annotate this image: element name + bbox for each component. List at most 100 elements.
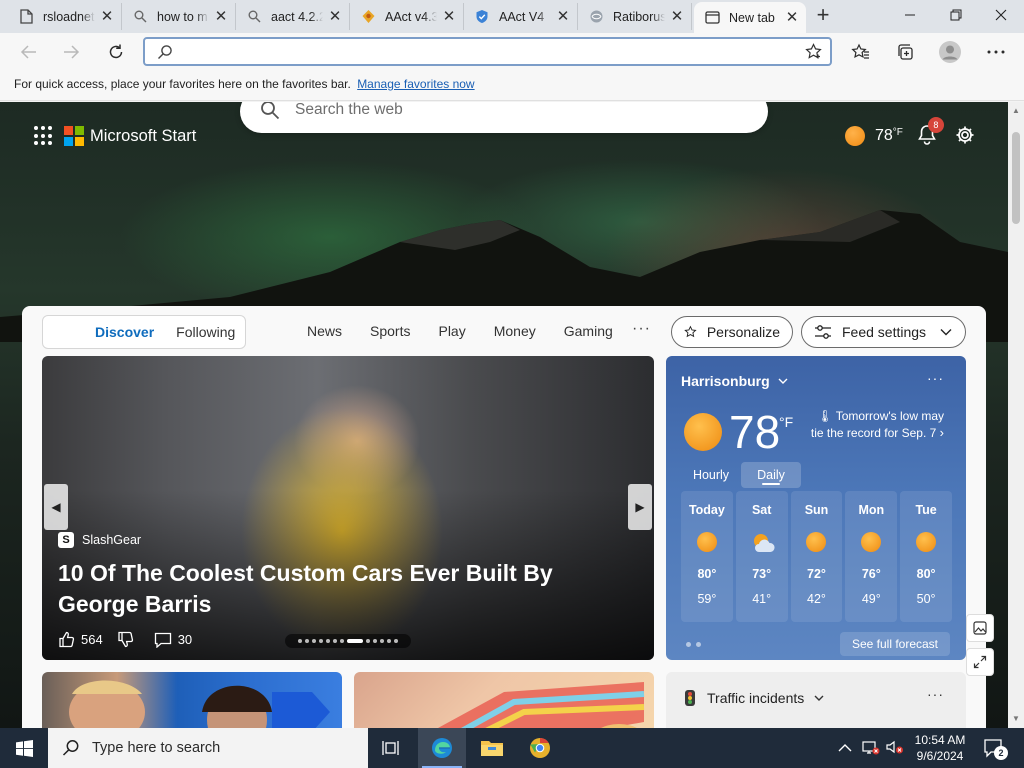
carousel-dot[interactable] <box>387 639 391 643</box>
notifications-bell-icon[interactable]: 8 <box>917 117 944 148</box>
back-button[interactable] <box>14 38 44 66</box>
carousel-dot[interactable] <box>326 639 330 643</box>
tab-ratiborus[interactable]: Ratiborus ✕ <box>578 3 692 30</box>
category-news[interactable]: News <box>307 323 342 339</box>
forward-button[interactable] <box>56 38 86 66</box>
manage-favorites-link[interactable]: Manage favorites now <box>357 77 474 91</box>
web-search-box[interactable]: Search the web <box>240 102 768 133</box>
expand-button[interactable] <box>966 648 994 676</box>
scroll-up-arrow-icon[interactable]: ▲ <box>1012 106 1020 115</box>
tab-new-tab[interactable]: New tab ✕ <box>694 2 806 33</box>
favorites-button[interactable] <box>845 38 875 66</box>
close-tab-icon[interactable]: ✕ <box>669 8 685 25</box>
close-tab-icon[interactable]: ✕ <box>213 8 229 25</box>
page-settings-gear-icon[interactable] <box>955 125 975 148</box>
forecast-day[interactable]: Today 80° 59° <box>681 491 733 622</box>
forecast-day[interactable]: Mon 76° 49° <box>845 491 898 622</box>
category-gaming[interactable]: Gaming <box>564 323 613 339</box>
tab-how-to[interactable]: how to m ✕ <box>122 3 236 30</box>
tab-aact-v4[interactable]: AAct V4 ✕ <box>464 3 578 30</box>
carousel-dot[interactable] <box>319 639 323 643</box>
background-image-button[interactable] <box>966 614 994 642</box>
taskbar-file-explorer-button[interactable] <box>468 728 516 768</box>
taskbar-chrome-button[interactable] <box>516 728 564 768</box>
carousel-dot[interactable] <box>312 639 316 643</box>
weather-alert[interactable]: 🌡 Tomorrow's low may tie the record for … <box>806 409 944 441</box>
forecast-day[interactable]: Tue 80° 50° <box>900 491 952 622</box>
carousel-dot[interactable] <box>298 639 302 643</box>
close-tab-icon[interactable]: ✕ <box>99 8 115 25</box>
weather-more-button[interactable]: ··· <box>927 370 944 386</box>
pivot-discover[interactable]: Discover <box>95 324 154 340</box>
action-center-button[interactable]: 2 <box>982 736 1008 760</box>
category-money[interactable]: Money <box>494 323 536 339</box>
close-tab-icon[interactable]: ✕ <box>327 8 343 25</box>
minimize-button[interactable] <box>887 0 933 30</box>
pivot-following[interactable]: Following <box>176 324 235 340</box>
scroll-down-arrow-icon[interactable]: ▼ <box>1012 714 1020 723</box>
weather-location[interactable]: Harrisonburg <box>681 373 788 389</box>
taskbar-edge-button[interactable] <box>418 728 466 768</box>
close-tab-icon[interactable]: ✕ <box>555 8 571 25</box>
personalize-button[interactable]: Personalize <box>671 316 793 348</box>
restore-button[interactable] <box>933 0 979 30</box>
taskbar-search-box[interactable]: Type here to search <box>48 728 368 768</box>
address-input[interactable] <box>179 42 799 62</box>
header-temperature[interactable]: 78°F <box>875 127 903 145</box>
more-categories-button[interactable]: ··· <box>632 320 651 338</box>
traffic-title[interactable]: Traffic incidents <box>683 689 824 707</box>
carousel-dot[interactable] <box>394 639 398 643</box>
task-view-button[interactable] <box>368 728 416 768</box>
app-launcher-icon[interactable] <box>34 126 54 146</box>
carousel-dot[interactable] <box>373 639 377 643</box>
comments-button[interactable]: 30 <box>154 632 192 648</box>
carousel-dot[interactable] <box>347 639 363 643</box>
carousel-next-button[interactable]: ▶ <box>628 484 652 530</box>
temperature-unit[interactable]: °F <box>779 414 793 430</box>
add-favorite-star-icon[interactable] <box>805 43 822 63</box>
hero-headline[interactable]: 10 Of The Coolest Custom Cars Ever Built… <box>58 558 638 620</box>
close-window-button[interactable] <box>978 0 1024 30</box>
scrollbar-thumb[interactable] <box>1012 132 1020 224</box>
like-button[interactable]: 564 <box>58 631 103 648</box>
address-bar[interactable] <box>143 37 832 66</box>
category-sports[interactable]: Sports <box>370 323 410 339</box>
collections-button[interactable] <box>890 38 920 66</box>
system-clock[interactable]: 10:54 AM 9/6/2024 <box>900 732 980 764</box>
feed-settings-button[interactable]: Feed settings <box>801 316 966 348</box>
see-full-forecast-button[interactable]: See full forecast <box>840 632 950 656</box>
start-button[interactable] <box>0 728 48 768</box>
carousel-dot[interactable] <box>340 639 344 643</box>
article-source[interactable]: S SlashGear <box>58 532 141 548</box>
tab-aact-v43[interactable]: AAct v4.3 ✕ <box>350 3 464 30</box>
refresh-button[interactable] <box>101 38 131 66</box>
carousel-dot[interactable] <box>333 639 337 643</box>
carousel-dot[interactable] <box>366 639 370 643</box>
close-tab-icon[interactable]: ✕ <box>441 8 457 25</box>
category-play[interactable]: Play <box>438 323 465 339</box>
daily-tab[interactable]: Daily <box>741 462 801 488</box>
close-tab-icon[interactable]: ✕ <box>784 9 800 26</box>
tab-aact-422[interactable]: aact 4.2.2 ✕ <box>236 3 350 30</box>
profile-button[interactable] <box>935 38 965 66</box>
carousel-dot[interactable] <box>305 639 309 643</box>
news-card-politics[interactable] <box>42 672 342 728</box>
forecast-day[interactable]: Sun 72° 42° <box>790 491 843 622</box>
dislike-button[interactable] <box>117 631 140 648</box>
news-card-product[interactable] <box>354 672 654 728</box>
traffic-more-button[interactable]: ··· <box>927 686 944 702</box>
page-scrollbar[interactable]: ▲ ▼ <box>1008 102 1024 728</box>
new-tab-button[interactable]: + <box>810 4 836 28</box>
carousel-dot[interactable] <box>380 639 384 643</box>
hero-carousel[interactable]: ◀ ▶ S SlashGear 10 Of The Coolest Custom… <box>42 356 654 660</box>
carousel-indicator[interactable] <box>285 634 411 648</box>
forecast-day[interactable]: Sat 73° 41° <box>735 491 788 622</box>
tab-rsloadnet[interactable]: rsloadnet ✕ <box>8 3 122 30</box>
network-icon[interactable] <box>862 739 880 758</box>
carousel-prev-button[interactable]: ◀ <box>44 484 68 530</box>
show-hidden-icons-chevron-icon[interactable] <box>838 741 852 756</box>
traffic-card[interactable]: Traffic incidents ··· <box>666 672 966 728</box>
settings-more-button[interactable] <box>981 38 1011 66</box>
hourly-tab[interactable]: Hourly <box>681 462 741 488</box>
weather-card[interactable]: Harrisonburg ··· 78 °F 🌡 Tomorrow's low … <box>666 356 966 660</box>
